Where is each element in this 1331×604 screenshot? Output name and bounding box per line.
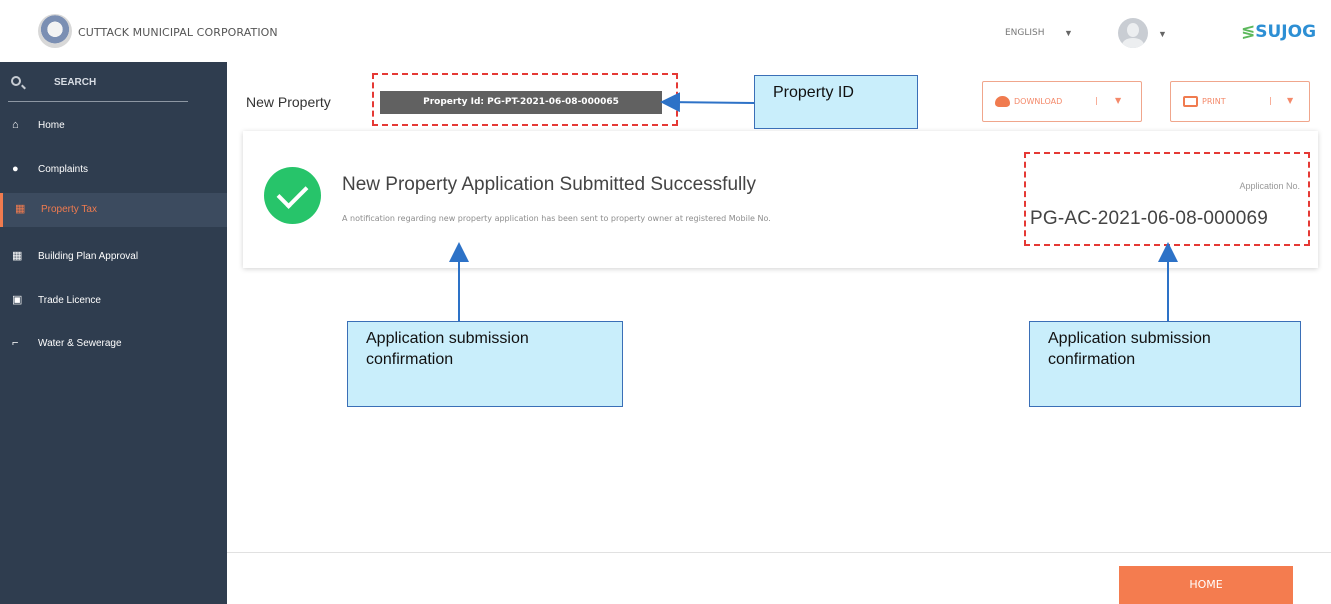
sidebar-item-home[interactable]: ⌂ Home [0, 109, 227, 143]
search-label: SEARCH [54, 77, 97, 88]
user-group-icon: ● [12, 163, 19, 175]
building-icon: ▦ [15, 203, 26, 215]
sujog-mark-icon: ≶ [1241, 22, 1256, 42]
user-avatar[interactable] [1118, 18, 1148, 48]
sujog-brand-text: SUJOG [1255, 22, 1317, 42]
sujog-brand: ≶SUJOG [1241, 22, 1316, 42]
application-number-highlight [1024, 152, 1310, 246]
sidebar-item-label: Water & Sewerage [38, 338, 122, 349]
top-header: CUTTACK MUNICIPAL CORPORATION ENGLISH ▼ … [0, 0, 1331, 62]
sidebar-item-label: Building Plan Approval [38, 251, 139, 262]
language-selector[interactable]: ENGLISH [1005, 28, 1045, 38]
success-note: A notification regarding new property ap… [342, 214, 771, 223]
sidebar-item-trade-licence[interactable]: ▣ Trade Licence [0, 284, 227, 318]
water-tap-icon: ⌐ [12, 337, 19, 349]
download-label: DOWNLOAD [1014, 97, 1063, 106]
download-chevron-down-icon[interactable]: ▼ [1115, 96, 1121, 105]
page-title: New Property [246, 94, 331, 110]
sidebar-item-property-tax[interactable]: ▦ Property Tax [0, 193, 227, 227]
profile-chevron-down-icon[interactable]: ▼ [1158, 29, 1167, 39]
sidebar-item-label: Property Tax [41, 204, 97, 215]
print-separator: | [1269, 96, 1272, 105]
sidebar-item-label: Home [38, 120, 65, 131]
print-button[interactable]: PRINT | ▼ [1170, 81, 1310, 122]
building-icon: ▦ [12, 250, 23, 262]
print-chevron-down-icon[interactable]: ▼ [1287, 96, 1293, 105]
success-check-icon [264, 167, 321, 224]
cloud-download-icon [995, 96, 1010, 107]
success-title: New Property Application Submitted Succe… [342, 174, 756, 195]
sidebar-item-building-plan-approval[interactable]: ▦ Building Plan Approval [0, 240, 227, 274]
sidebar-item-water-sewerage[interactable]: ⌐ Water & Sewerage [0, 327, 227, 361]
organization-name: CUTTACK MUNICIPAL CORPORATION [78, 26, 278, 39]
print-label: PRINT [1202, 97, 1226, 106]
sidebar-item-label: Complaints [38, 164, 89, 175]
sidebar-item-complaints[interactable]: ● Complaints [0, 153, 227, 187]
annotation-application-confirmation-left: Application submission confirmation [347, 321, 623, 407]
printer-icon [1183, 96, 1198, 107]
municipal-logo [38, 14, 72, 48]
language-chevron-down-icon[interactable]: ▼ [1064, 28, 1073, 38]
sidebar-search[interactable]: SEARCH [8, 70, 188, 102]
sidebar-item-label: Trade Licence [38, 295, 101, 306]
annotation-application-confirmation-right: Application submission confirmation [1029, 321, 1301, 407]
left-sidebar: SEARCH ⌂ Home ● Complaints ▦ Property Ta… [0, 62, 227, 604]
home-button[interactable]: HOME [1119, 566, 1293, 604]
home-icon: ⌂ [12, 119, 19, 131]
download-button[interactable]: DOWNLOAD | ▼ [982, 81, 1142, 122]
download-separator: | [1095, 96, 1098, 105]
briefcase-icon: ▣ [12, 294, 23, 306]
property-id-highlight [372, 73, 678, 126]
annotation-property-id: Property ID [754, 75, 918, 129]
footer-divider [227, 552, 1331, 553]
search-icon [11, 76, 21, 86]
